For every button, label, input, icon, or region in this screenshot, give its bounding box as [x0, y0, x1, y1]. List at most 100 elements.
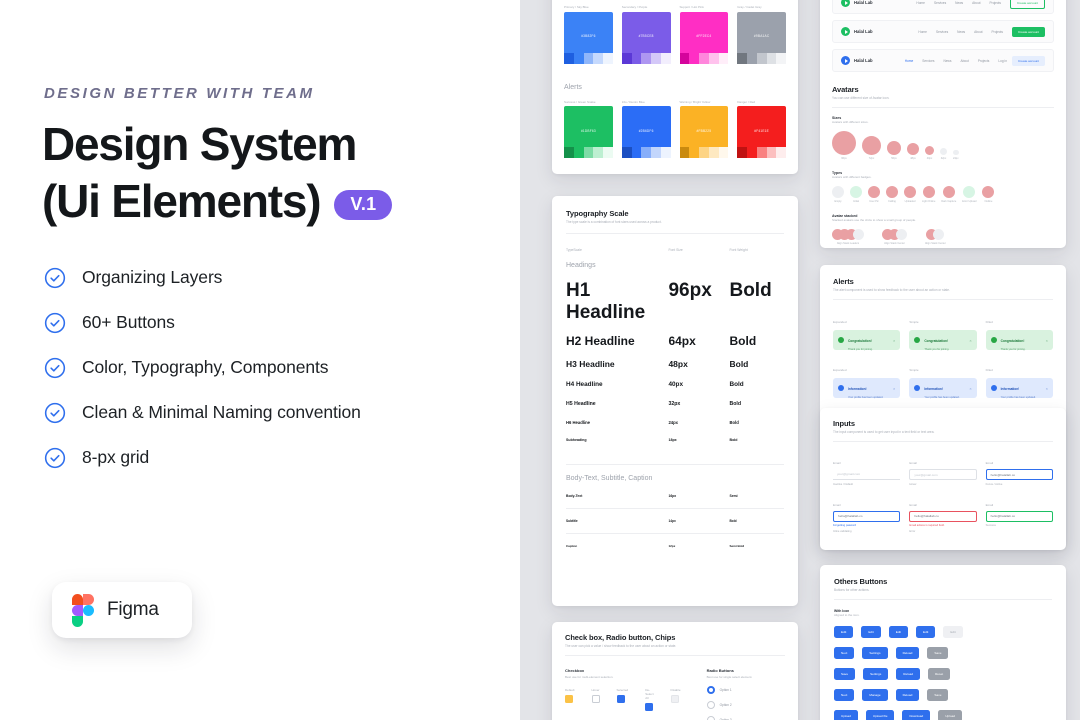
- radio-option[interactable]: Option 3: [706, 716, 785, 720]
- alert-info[interactable]: Information! Your profile has been update…: [833, 378, 901, 399]
- action-button[interactable]: Upload: [938, 710, 963, 720]
- action-button[interactable]: Next: [834, 647, 855, 659]
- nav-link-about[interactable]: About: [974, 30, 982, 34]
- card-color-scheme[interactable]: Color Scheme Colors are used to elements…: [552, 0, 798, 174]
- avatar[interactable]: Uploaded: [904, 186, 916, 203]
- action-button[interactable]: Upload file: [865, 710, 895, 720]
- close-icon[interactable]: ×: [893, 338, 895, 343]
- checkbox-state[interactable]: Hover: [591, 688, 600, 703]
- nav-link-news[interactable]: News: [957, 30, 965, 34]
- avatar[interactable]: 56px: [887, 141, 901, 160]
- nav-link-projects[interactable]: Projects: [992, 30, 1004, 34]
- action-button[interactable]: Upload: [834, 710, 858, 720]
- avatar[interactable]: Empty: [832, 186, 844, 203]
- radio-input[interactable]: [706, 686, 715, 694]
- avatar[interactable]: 24px: [953, 149, 959, 160]
- checkbox-input[interactable]: [565, 695, 573, 703]
- login-link[interactable]: Log in: [998, 59, 1007, 63]
- avatar[interactable]: Calling: [886, 186, 898, 203]
- action-button[interactable]: Reset: [928, 668, 951, 680]
- radio-input[interactable]: [706, 701, 715, 709]
- alert-success[interactable]: Congratulation! Thank you for joining. ×: [985, 330, 1053, 351]
- card-typography[interactable]: Typography Scale The type scale is a com…: [552, 196, 798, 606]
- nav-link-home[interactable]: Home: [918, 30, 927, 34]
- action-button[interactable]: Edit: [888, 626, 909, 638]
- alert-info[interactable]: Information! Your profile has been update…: [909, 378, 977, 399]
- navbar-variant-solid[interactable]: Halal Lab Home Services News About Proje…: [832, 20, 1054, 43]
- card-others-buttons[interactable]: Others Buttons Buttons for other actions…: [820, 565, 1066, 720]
- close-icon[interactable]: ×: [969, 338, 971, 343]
- email-field[interactable]: hello@halallab.co: [985, 469, 1053, 480]
- nav-link-services[interactable]: Services: [922, 59, 934, 63]
- action-button[interactable]: Edit: [916, 626, 936, 638]
- checkbox-state[interactable]: Selected: [616, 688, 628, 703]
- email-field[interactable]: hello@halallab.co: [985, 510, 1053, 522]
- action-button[interactable]: Next: [834, 689, 855, 701]
- action-button[interactable]: Reload: [896, 668, 921, 680]
- avatar[interactable]: Dark Capture: [941, 186, 956, 203]
- create-account-button[interactable]: Create account: [1012, 26, 1045, 37]
- create-account-button[interactable]: Create account: [1012, 55, 1045, 66]
- nav-link-news[interactable]: News: [943, 59, 951, 63]
- avatar[interactable]: Outline: [982, 186, 995, 203]
- avatar[interactable]: Initial: [850, 186, 862, 203]
- avatar-stack[interactable]: Align Stack Center: [925, 229, 946, 245]
- nav-link-about[interactable]: About: [972, 1, 980, 5]
- alert-info[interactable]: Information! Your profile has been update…: [985, 378, 1053, 399]
- forgot-password-link[interactable]: Forgetting pasword: [833, 524, 900, 527]
- card-inputs[interactable]: Inputs The input component is used to ge…: [820, 408, 1066, 550]
- navbar-variant-outline[interactable]: Halal Lab Home Services News About Proje…: [832, 0, 1054, 14]
- card-navbars-avatars[interactable]: Navigation bars with different styles. H…: [820, 0, 1066, 248]
- email-field[interactable]: your@gmail.com: [833, 469, 901, 480]
- nav-link-services[interactable]: Services: [936, 30, 948, 34]
- action-button[interactable]: Save: [927, 689, 949, 701]
- avatar-stack[interactable]: Align Stack Center: [882, 229, 907, 245]
- avatar[interactable]: 40px: [925, 146, 934, 160]
- avatar[interactable]: 72px: [862, 136, 881, 160]
- radio-option[interactable]: Option 1: [706, 686, 785, 694]
- avatar[interactable]: Light Online: [922, 186, 935, 203]
- close-icon[interactable]: ×: [969, 386, 971, 391]
- action-button[interactable]: Edit: [834, 626, 854, 638]
- email-field[interactable]: your@gmail.com: [909, 469, 977, 480]
- nav-link-projects[interactable]: Projects: [990, 1, 1002, 5]
- nav-link-home[interactable]: Home: [905, 59, 914, 63]
- card-checkbox-radio-chips[interactable]: Check box, Radio button, Chips The user …: [552, 622, 798, 720]
- action-button[interactable]: Settings: [863, 668, 889, 680]
- action-button[interactable]: Manage: [862, 689, 888, 701]
- email-field[interactable]: hello@halallab.co: [833, 510, 901, 522]
- close-icon[interactable]: ×: [1046, 386, 1048, 391]
- checkbox-state[interactable]: Default: [565, 688, 575, 703]
- checkbox-state[interactable]: De-Select All: [645, 688, 654, 711]
- nav-link-about[interactable]: About: [960, 59, 968, 63]
- action-button[interactable]: Save: [927, 647, 949, 659]
- avatar[interactable]: User Pic: [868, 186, 880, 203]
- avatar-stack[interactable]: Align Stack Leaders: [832, 229, 864, 245]
- navbar-variant-light[interactable]: Halal Lab Home Services News About Proje…: [832, 49, 1054, 72]
- action-button[interactable]: Download: [902, 710, 931, 720]
- radio-input[interactable]: [706, 716, 715, 720]
- email-field[interactable]: hello@halallab.co: [909, 510, 977, 522]
- close-icon[interactable]: ×: [893, 386, 895, 391]
- nav-link-home[interactable]: Home: [916, 1, 925, 5]
- alert-success[interactable]: Congratulation! Thank you for joining. ×: [909, 330, 977, 351]
- close-icon[interactable]: ×: [1046, 338, 1048, 343]
- action-button[interactable]: Reload: [895, 689, 920, 701]
- create-account-button[interactable]: Create account: [1010, 0, 1045, 9]
- avatar[interactable]: 48px: [907, 143, 919, 160]
- avatar[interactable]: Error Upload: [962, 186, 976, 203]
- checkbox-input[interactable]: [645, 703, 654, 711]
- radio-option[interactable]: Option 2: [706, 701, 785, 709]
- avatar[interactable]: 96px: [832, 131, 856, 160]
- nav-link-projects[interactable]: Projects: [978, 59, 990, 63]
- alert-success[interactable]: Congratulation! Thank you for joining. ×: [833, 330, 901, 351]
- checkbox-input[interactable]: [591, 695, 600, 703]
- checkbox-state[interactable]: Disable: [670, 688, 681, 703]
- nav-link-news[interactable]: News: [955, 1, 963, 5]
- checkbox-input[interactable]: [616, 695, 625, 703]
- nav-link-services[interactable]: Services: [934, 1, 946, 5]
- action-button[interactable]: Save: [834, 668, 856, 680]
- action-button[interactable]: Edit: [861, 626, 881, 638]
- avatar[interactable]: 32px: [940, 148, 947, 160]
- action-button[interactable]: Reload: [895, 647, 920, 659]
